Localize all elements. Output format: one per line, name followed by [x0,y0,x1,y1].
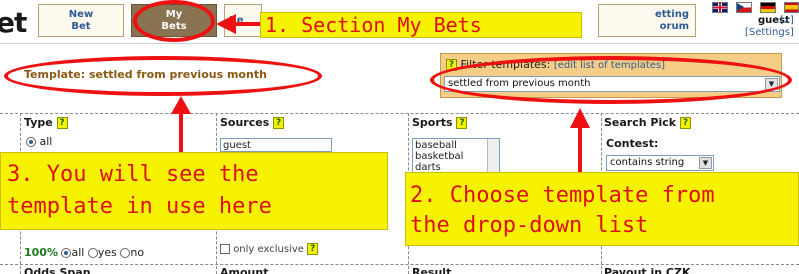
annotation-step3: 3. You will see the template in use here [0,152,388,230]
annotation-step2: 2. Choose template from the drop-down li… [405,172,799,246]
annotation-step3-line1: 3. You will see the [7,162,259,187]
annotation-step3-line2: template in use here [7,194,272,219]
annotation-step2-line2: the drop-down list [410,213,649,238]
annotation-step1: 1. Section My Bets [260,12,582,38]
annotation-step2-line1: 2. Choose template from [410,183,715,208]
